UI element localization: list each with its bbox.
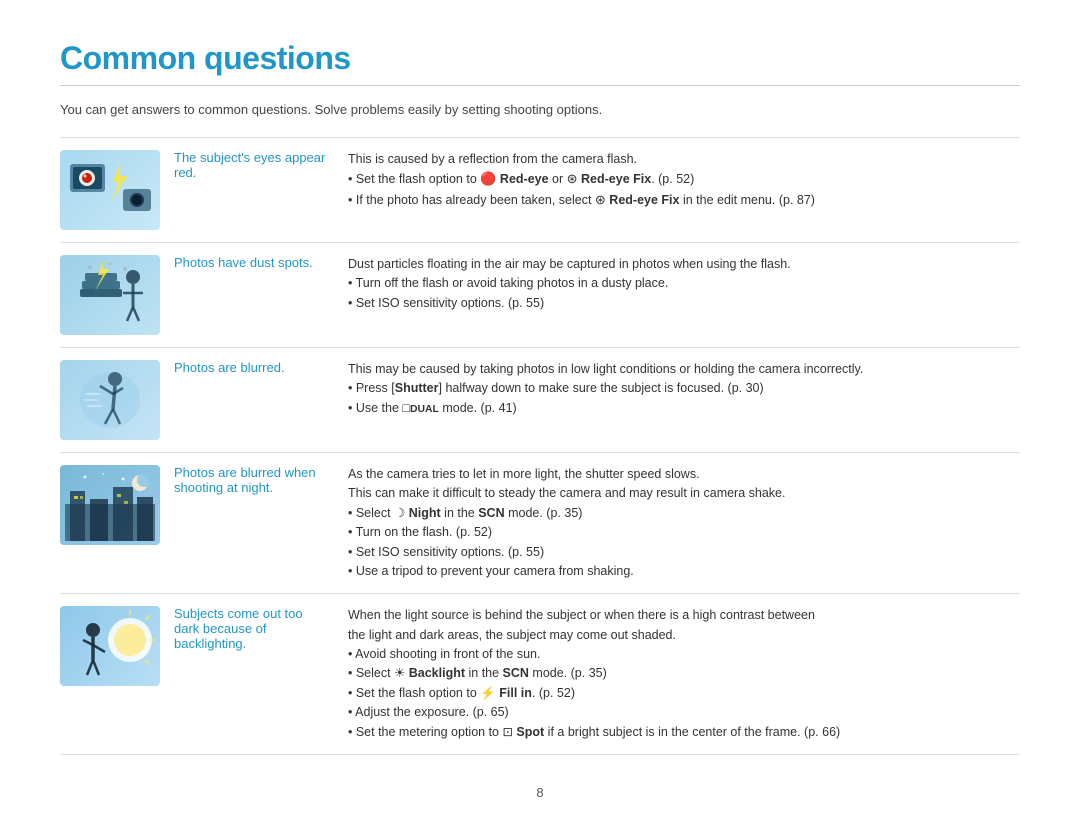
night-svg xyxy=(65,469,155,541)
illustration-blur xyxy=(60,360,160,440)
image-cell-backlight xyxy=(60,594,170,755)
table-row: Photos have dust spots. Dust particles f… xyxy=(60,243,1020,348)
illustration-night xyxy=(60,465,160,545)
solution-redeye: This is caused by a reflection from the … xyxy=(340,138,1020,243)
table-row: Photos are blurred when shooting at nigh… xyxy=(60,453,1020,594)
problem-night: Photos are blurred when shooting at nigh… xyxy=(170,453,340,594)
page-subtitle: You can get answers to common questions.… xyxy=(60,102,1020,117)
illustration-dust xyxy=(60,255,160,335)
image-cell-blur xyxy=(60,348,170,453)
image-cell-dust xyxy=(60,243,170,348)
table-row: The subject's eyes appear red. This is c… xyxy=(60,138,1020,243)
page-title: Common questions xyxy=(60,40,1020,77)
problem-backlight: Subjects come out too dark because of ba… xyxy=(170,594,340,755)
problem-dust: Photos have dust spots. xyxy=(170,243,340,348)
problem-blur: Photos are blurred. xyxy=(170,348,340,453)
solution-night: As the camera tries to let in more light… xyxy=(340,453,1020,594)
page-number: 8 xyxy=(60,785,1020,800)
table-row: Subjects come out too dark because of ba… xyxy=(60,594,1020,755)
solution-backlight: When the light source is behind the subj… xyxy=(340,594,1020,755)
image-cell-redeye xyxy=(60,138,170,243)
dust-svg xyxy=(65,259,155,331)
redeye-svg xyxy=(65,154,155,226)
solution-dust: Dust particles floating in the air may b… xyxy=(340,243,1020,348)
blur-svg xyxy=(65,364,155,436)
faq-table: The subject's eyes appear red. This is c… xyxy=(60,137,1020,755)
title-divider xyxy=(60,85,1020,86)
table-row: Photos are blurred. This may be caused b… xyxy=(60,348,1020,453)
backlight-svg xyxy=(65,610,155,682)
solution-blur: This may be caused by taking photos in l… xyxy=(340,348,1020,453)
illustration-backlight xyxy=(60,606,160,686)
illustration-redeye xyxy=(60,150,160,230)
image-cell-night xyxy=(60,453,170,594)
problem-redeye: The subject's eyes appear red. xyxy=(170,138,340,243)
